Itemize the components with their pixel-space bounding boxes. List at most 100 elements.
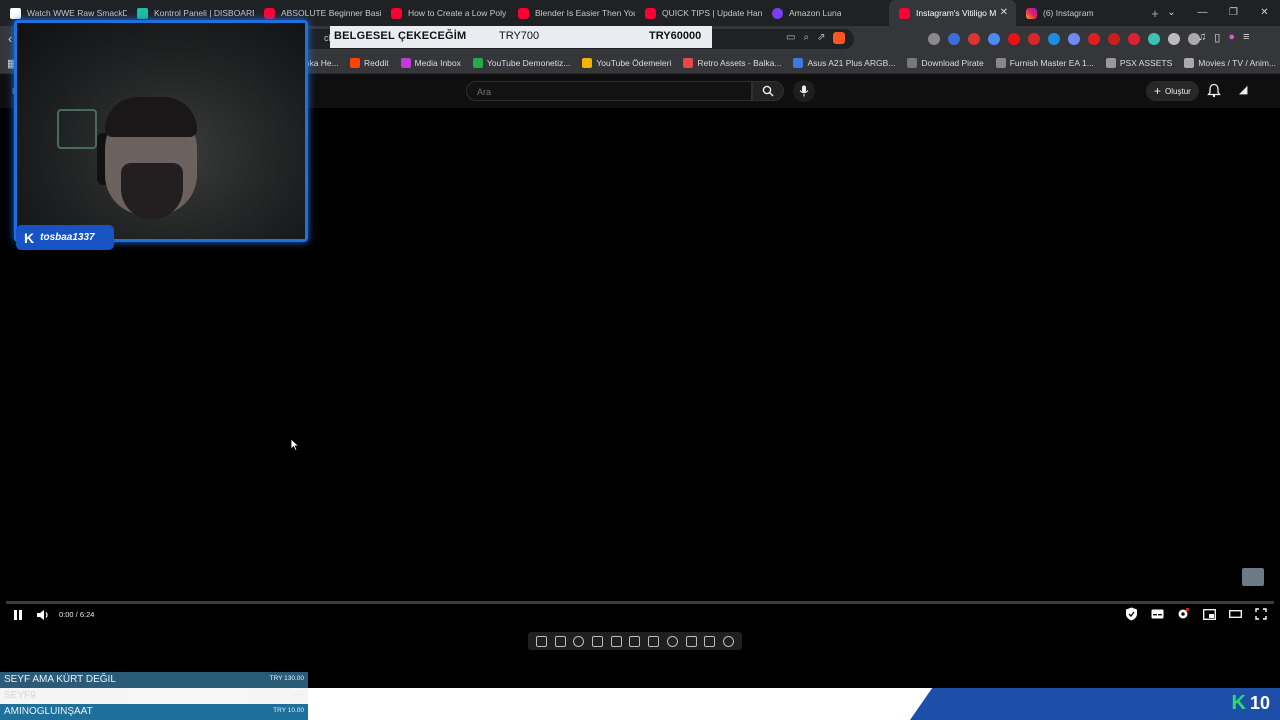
camera-icon[interactable] bbox=[704, 635, 716, 647]
fullscreen-icon[interactable] bbox=[1254, 607, 1268, 621]
bookmark-label: YouTube Ödemeleri bbox=[596, 58, 672, 68]
sheet-icon bbox=[472, 58, 483, 68]
minimize-icon[interactable]: — bbox=[1187, 0, 1218, 26]
donor-row: AMINOGLUINŞAAT TRY 10.00 bbox=[0, 704, 308, 720]
pause-icon[interactable] bbox=[12, 609, 24, 621]
bookmark-download-pirate[interactable]: Download Pirate bbox=[907, 58, 984, 68]
volume-icon[interactable] bbox=[36, 608, 50, 622]
ublock-icon[interactable] bbox=[1088, 33, 1100, 45]
chevron-down-icon[interactable]: ⌄ bbox=[1156, 0, 1187, 26]
donor-amount: —— bbox=[291, 691, 304, 698]
search-button[interactable] bbox=[752, 81, 784, 101]
amazon-luna-favicon-icon bbox=[772, 7, 783, 19]
theater-mode-icon[interactable] bbox=[1228, 607, 1242, 621]
tab-6[interactable]: Amazon Luna bbox=[762, 0, 889, 26]
bookmark-yt-demonetiz[interactable]: YouTube Demonetiz... bbox=[472, 58, 571, 68]
pip-icon[interactable] bbox=[685, 635, 697, 647]
mouse-cursor-icon bbox=[290, 438, 300, 452]
pdf-icon[interactable] bbox=[1008, 33, 1020, 45]
bookmark-label: Asus A21 Plus ARGB... bbox=[807, 58, 896, 68]
folder-icon bbox=[1105, 58, 1116, 68]
search-box bbox=[466, 81, 752, 101]
bookmark-label: Movies / TV / Anim... bbox=[1198, 58, 1277, 68]
viewer-count: 10 bbox=[1249, 693, 1270, 713]
tab-3[interactable]: How to Create a Low Poly bbox=[381, 0, 508, 26]
bookmark-media-inbox[interactable]: Media Inbox bbox=[400, 58, 461, 68]
tab-5[interactable]: QUICK TIPS | Update Hand bbox=[635, 0, 762, 26]
bookmark-retro-assets[interactable]: Retro Assets - Balka... bbox=[683, 58, 781, 68]
channel-watermark[interactable] bbox=[1242, 568, 1264, 586]
translate-icon[interactable] bbox=[948, 33, 960, 45]
loop-icon[interactable] bbox=[535, 635, 547, 647]
shield-icon[interactable] bbox=[1124, 607, 1138, 621]
bookmark-label: YouTube Demonetiz... bbox=[486, 58, 571, 68]
extension-icon[interactable] bbox=[1028, 33, 1040, 45]
audio-icon[interactable] bbox=[988, 33, 1000, 45]
bell-icon[interactable] bbox=[1207, 83, 1221, 98]
bookmark-psx-assets[interactable]: PSX ASSETS bbox=[1105, 58, 1172, 68]
tab-4[interactable]: Blender Is Easier Then You bbox=[508, 0, 635, 26]
sidebar-icon[interactable]: ▯ bbox=[1214, 31, 1220, 44]
sort-icon[interactable] bbox=[554, 635, 566, 647]
close-window-icon[interactable]: ✕ bbox=[1249, 0, 1280, 26]
drive-icon bbox=[582, 58, 593, 68]
youtube-ext-icon[interactable] bbox=[1108, 33, 1120, 45]
puzzle-icon[interactable] bbox=[1168, 33, 1180, 45]
gear-icon[interactable] bbox=[723, 635, 735, 647]
resize-icon[interactable] bbox=[629, 635, 641, 647]
donation-goal-banner: BELGESEL ÇEKECEĞİM TRY700 TRY60000 bbox=[330, 26, 712, 48]
close-tab-icon[interactable]: ✕ bbox=[1000, 7, 1008, 18]
blocker-icon[interactable] bbox=[968, 33, 980, 45]
share-icon[interactable]: ⇗ bbox=[817, 32, 825, 44]
subtitles-icon[interactable] bbox=[1150, 607, 1164, 621]
extension-icon[interactable] bbox=[1148, 33, 1160, 45]
check-badge-icon bbox=[793, 58, 804, 68]
settings-gear-icon[interactable] bbox=[1176, 607, 1190, 621]
tab-label: ABSOLUTE Beginner Basic bbox=[281, 8, 381, 18]
youtube-favicon-icon bbox=[518, 7, 529, 19]
extension-icon[interactable] bbox=[1068, 33, 1080, 45]
tab-label: Amazon Luna bbox=[789, 8, 842, 18]
miniplayer-icon[interactable] bbox=[1202, 607, 1216, 621]
youtube-favicon-icon bbox=[391, 7, 402, 19]
account-icon[interactable]: ◢ bbox=[1239, 83, 1247, 96]
profile-icon[interactable]: ● bbox=[1228, 31, 1235, 44]
create-button[interactable]: + Oluştur bbox=[1146, 81, 1199, 101]
cast-icon[interactable]: ▭ bbox=[786, 32, 795, 44]
audio-waves-icon[interactable] bbox=[573, 635, 585, 647]
streamer-name: tosbaa1337 bbox=[40, 232, 95, 243]
speed-icon[interactable] bbox=[666, 635, 678, 647]
tab-label: Kontrol Paneli | DISBOARD bbox=[154, 8, 254, 18]
bookmark-reddit[interactable]: Reddit bbox=[350, 58, 389, 68]
back-arrow-icon[interactable]: ‹ bbox=[8, 31, 12, 46]
music-icon[interactable]: ♫ bbox=[1198, 31, 1206, 44]
bookmark-movies[interactable]: Movies / TV / Anim... bbox=[1184, 58, 1276, 68]
menu-icon[interactable]: ≡ bbox=[1243, 31, 1249, 44]
tab-label: How to Create a Low Poly bbox=[408, 8, 507, 18]
bookmark-label: Reddit bbox=[364, 58, 389, 68]
film-icon[interactable] bbox=[610, 635, 622, 647]
tab-8[interactable]: (6) Instagram bbox=[1016, 0, 1143, 26]
cinema-icon[interactable] bbox=[648, 635, 660, 647]
right-controls bbox=[1124, 607, 1268, 621]
bookmark-furnish-master[interactable]: Furnish Master EA 1... bbox=[995, 58, 1094, 68]
tab-7-active[interactable]: Instagram's Vitiligo M ✕ bbox=[889, 0, 1016, 26]
zoom-icon[interactable]: ⌕ bbox=[803, 32, 809, 44]
no-ads-icon[interactable] bbox=[592, 635, 604, 647]
bookmark-yt-odemeleri[interactable]: YouTube Ödemeleri bbox=[582, 58, 671, 68]
play-icon bbox=[1184, 58, 1195, 68]
bookmark-asus[interactable]: Asus A21 Plus ARGB... bbox=[793, 58, 895, 68]
tab-label: (6) Instagram bbox=[1043, 8, 1094, 18]
bottom-accent-stripe bbox=[910, 688, 1280, 720]
extension-icon[interactable] bbox=[1048, 33, 1060, 45]
search-input[interactable] bbox=[467, 83, 751, 101]
create-label: Oluştur bbox=[1165, 86, 1191, 96]
kick-logo-icon: K bbox=[24, 229, 35, 246]
donor-name: AMINOGLUINŞAAT bbox=[4, 706, 93, 717]
youtube-ext-icon[interactable] bbox=[1128, 33, 1140, 45]
restore-icon[interactable]: ❐ bbox=[1218, 0, 1249, 26]
voice-search-button[interactable] bbox=[793, 80, 815, 102]
extension-icon[interactable] bbox=[928, 33, 940, 45]
brave-shield-icon[interactable] bbox=[833, 32, 846, 44]
kick-logo-icon: K bbox=[1231, 692, 1246, 714]
